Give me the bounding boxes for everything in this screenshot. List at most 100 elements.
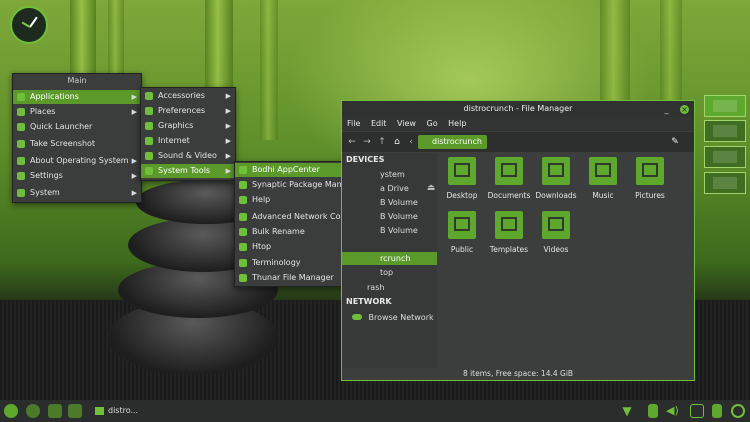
path-label: distrocrunch [432,137,482,146]
menu-item-take-screenshot[interactable]: Take Screenshot [13,137,141,151]
back-icon[interactable]: ← [346,136,358,148]
sidebar-item-device[interactable]: B Volume [380,210,418,223]
menu-go[interactable]: Go [427,117,438,131]
chevron-right-icon: ▶ [131,189,137,197]
eject-icon[interactable]: ⏏ [425,182,437,194]
places-icon [17,108,25,116]
sidebar-item-label: rcrunch [380,254,411,263]
menu-item-graphics[interactable]: Graphics ▶ [141,119,235,133]
menu-item-label: Settings [30,171,63,180]
chevron-right-icon: ▶ [225,152,231,160]
sidebar-item-device[interactable]: B Volume [380,196,418,209]
path-button[interactable]: distrocrunch [418,135,487,149]
folder-pictures[interactable]: Pictures [625,157,675,200]
menu-item-settings[interactable]: Settings ▶ [13,169,141,183]
wifi-icon[interactable]: ▼ [620,404,634,418]
files-icon[interactable] [68,404,82,418]
taskbar-item-label: distro... [108,406,139,415]
folder-documents[interactable]: Documents [484,157,534,200]
menu-item-internet[interactable]: Internet ▶ [141,134,235,148]
folder-desktop[interactable]: Desktop [437,157,487,200]
package-manager-icon [239,181,247,189]
home-icon[interactable]: ⌂ [391,136,403,148]
sidebar-item-device[interactable]: a Drive [380,182,409,195]
menu-item-label: Graphics [158,121,194,130]
sidebar-item-device[interactable]: B Volume [380,224,418,237]
htop-icon [239,243,247,251]
main-menu-title: Main [67,76,87,85]
forward-icon[interactable]: → [361,136,373,148]
chevron-right-icon: ▶ [131,93,137,101]
minimize-icon[interactable]: _ [662,105,671,114]
browser-icon[interactable] [26,404,40,418]
folder-label: Music [592,191,614,200]
workspace-3[interactable] [704,146,746,168]
edit-path-icon[interactable]: ✎ [669,136,681,148]
close-icon[interactable]: × [680,105,689,114]
rename-icon [239,228,247,236]
bottom-panel: distro... ▼ ◀) [0,400,750,422]
window-titlebar[interactable]: distrocrunch - File Manager [342,101,694,117]
downloads-folder-icon [542,157,570,185]
folder-label: Desktop [446,191,478,200]
sidebar-item-device[interactable]: ystem [380,168,405,181]
chevron-right-icon: ▶ [131,172,137,180]
start-menu-icon[interactable] [4,404,18,418]
cloud-icon [352,314,362,320]
folder-label: Templates [489,245,529,254]
system-tools-icon [145,167,153,175]
menu-item-accessories[interactable]: Accessories ▶ [141,89,235,103]
devices-header: DEVICES [346,155,385,164]
desktop-clock-widget [10,6,48,44]
menu-item-label: System [30,188,60,197]
menu-item-system-tools[interactable]: System Tools ▶ [141,164,235,178]
folder-music[interactable]: Music [578,157,628,200]
pictures-folder-icon [636,157,664,185]
menu-item-label: Internet [158,136,190,145]
menu-item-places[interactable]: Places ▶ [13,105,141,119]
appcenter-icon [239,166,247,174]
folder-public[interactable]: Public [437,211,487,254]
sidebar-item-home[interactable]: rcrunch [342,252,437,265]
menu-view[interactable]: View [397,117,416,131]
power-icon[interactable] [731,404,745,418]
menu-item-about-os[interactable]: About Operating System ▶ [13,154,141,168]
workspace-2[interactable] [704,120,746,142]
menu-edit[interactable]: Edit [371,117,387,131]
terminal-icon [239,259,247,267]
menu-item-system[interactable]: System ▶ [13,186,141,200]
path-back-icon[interactable]: ‹ [405,136,417,148]
folder-downloads[interactable]: Downloads [531,157,581,200]
menu-item-label: Bodhi AppCenter [252,165,320,174]
clipboard-icon[interactable] [712,404,722,418]
chevron-right-icon: ▶ [225,92,231,100]
workspace-4[interactable] [704,172,746,194]
terminal-icon[interactable] [48,404,62,418]
sidebar: DEVICES ystem a Drive ⏏ B Volume B Volum… [342,153,437,368]
sidebar-item-browse-network[interactable]: Browse Network [352,311,434,324]
menu-item-label: Help [252,195,271,204]
menu-file[interactable]: File [347,117,360,131]
menu-item-label: System Tools [158,166,211,175]
menu-item-applications[interactable]: Applications ▶ [13,90,141,104]
applications-icon [17,93,25,101]
up-icon[interactable]: ↑ [376,136,388,148]
volume-icon[interactable]: ◀) [666,404,680,418]
workspace-1[interactable] [704,95,746,117]
menu-item-quick-launcher[interactable]: Quick Launcher [13,120,141,134]
network-header: NETWORK [346,297,392,306]
sidebar-item-trash[interactable]: rash [367,281,384,294]
folder-templates[interactable]: Templates [484,211,534,254]
menu-item-sound-video[interactable]: Sound & Video ▶ [141,149,235,163]
menu-item-preferences[interactable]: Preferences ▶ [141,104,235,118]
chevron-right-icon: ▶ [225,137,231,145]
taskbar-item-file-manager[interactable]: distro... [92,403,138,419]
battery-icon[interactable] [648,404,658,418]
keyboard-icon[interactable] [690,404,704,418]
folder-videos[interactable]: Videos [531,211,581,254]
help-icon [239,196,247,204]
menu-help[interactable]: Help [448,117,466,131]
chevron-right-icon: ▶ [131,108,137,116]
sidebar-item-desktop[interactable]: top [380,266,393,279]
status-bar: 8 items, Free space: 14.4 GiB [462,369,574,378]
